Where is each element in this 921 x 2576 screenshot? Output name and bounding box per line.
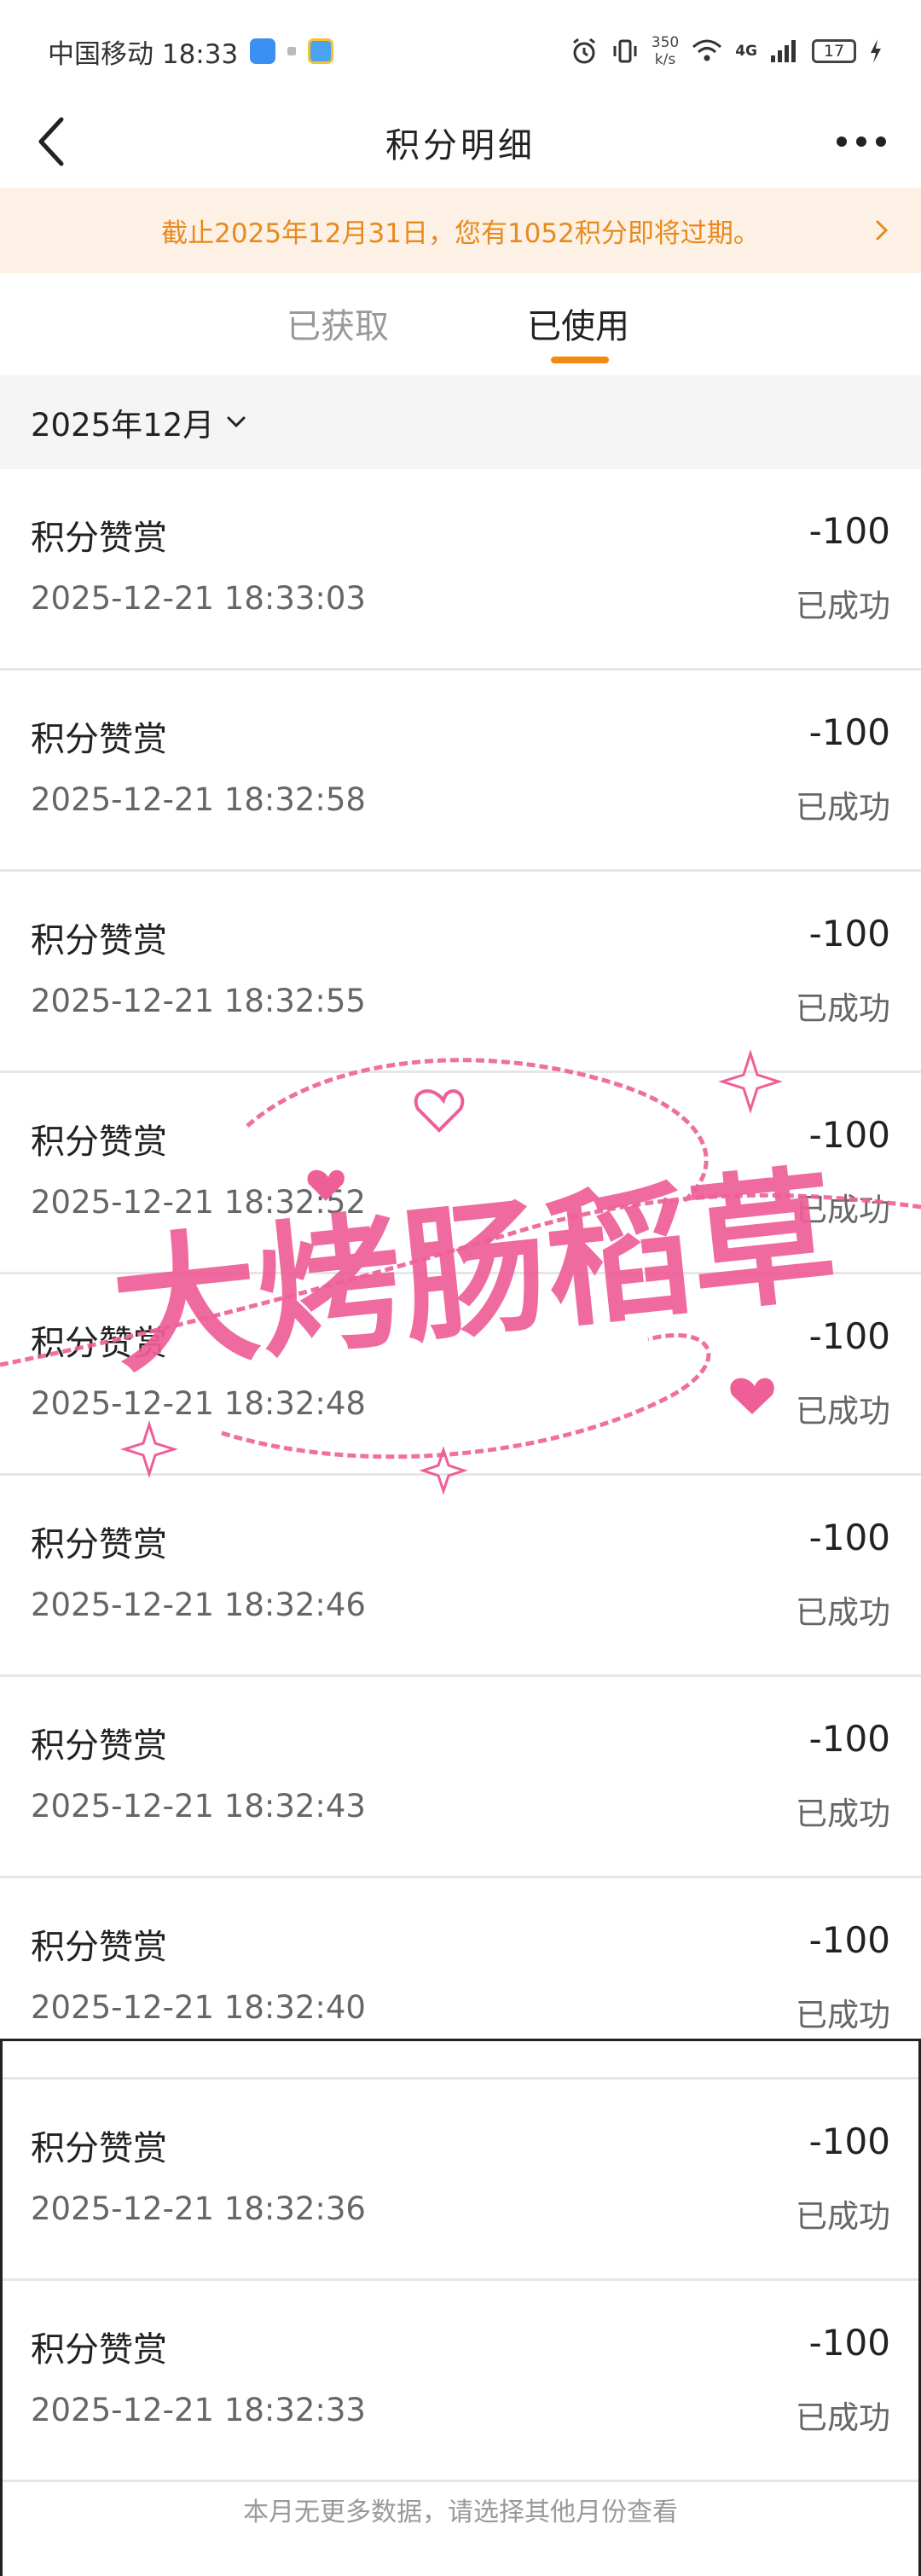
record-status: 已成功 <box>796 1997 890 2034</box>
record-title: 积分赞赏 <box>31 1324 167 1363</box>
record-amount: -100 <box>808 1315 890 1357</box>
list-item[interactable]: 积分赞赏 2025-12-21 18:32:48 -100 已成功 <box>0 1274 921 1476</box>
weather-app-icon <box>250 38 276 64</box>
record-amount: -100 <box>808 2121 890 2162</box>
expiry-banner-text: 截止2025年12月31日，您有1052积分即将过期。 <box>161 218 760 249</box>
status-bar-left: 中国移动 18:33 <box>48 32 334 71</box>
record-title: 积分赞赏 <box>31 1525 167 1564</box>
record-time: 2025-12-21 18:32:48 <box>31 1385 366 1422</box>
record-time: 2025-12-21 18:32:33 <box>31 2392 366 2428</box>
record-time: 2025-12-21 18:32:43 <box>31 1788 366 1825</box>
record-title: 积分赞赏 <box>31 1928 167 1967</box>
record-status: 已成功 <box>796 1393 890 1430</box>
tab-used[interactable]: 已使用 <box>527 299 629 348</box>
list-item[interactable]: 积分赞赏 2025-12-21 18:32:46 -100 已成功 <box>0 1476 921 1677</box>
charging-icon <box>871 39 881 63</box>
record-amount: -100 <box>808 510 890 552</box>
nav-bar: 积分明细 <box>0 94 921 188</box>
net-speed: 350 k/s <box>652 34 679 68</box>
record-amount: -100 <box>808 913 890 954</box>
browser-app-icon <box>308 38 334 64</box>
status-bar: 中国移动 18:33 350 k/s 4G 17 <box>0 0 921 102</box>
alarm-icon <box>572 38 595 64</box>
net-speed-value: 350 <box>651 34 680 51</box>
record-amount: -100 <box>808 711 890 753</box>
net-speed-unit: k/s <box>654 51 676 68</box>
record-time: 2025-12-21 18:32:58 <box>31 781 366 818</box>
more-dot-icon <box>876 136 886 147</box>
month-label: 2025年12月 <box>31 407 215 444</box>
record-title: 积分赞赏 <box>31 519 167 558</box>
list-item[interactable]: 积分赞赏 2025-12-21 18:32:33 -100 已成功 <box>0 2281 921 2482</box>
tab-earned[interactable]: 已获取 <box>287 299 389 348</box>
record-title: 积分赞赏 <box>31 2129 167 2168</box>
record-title: 积分赞赏 <box>31 2330 167 2370</box>
carrier-time: 中国移动 18:33 <box>48 38 239 70</box>
battery-level: 17 <box>823 42 845 61</box>
record-status: 已成功 <box>796 1796 890 1832</box>
list-item[interactable]: 积分赞赏 2025-12-21 18:33:03 -100 已成功 <box>0 469 921 670</box>
no-more-data-note: 本月无更多数据，请选择其他月份查看 <box>243 2498 678 2527</box>
list-item[interactable]: 积分赞赏 2025-12-21 18:32:55 -100 已成功 <box>0 872 921 1073</box>
list-item[interactable]: 积分赞赏 2025-12-21 18:32:58 -100 已成功 <box>0 670 921 872</box>
points-detail-page: 中国移动 18:33 350 k/s 4G 17 积分明细 截止2025年12月… <box>0 0 921 2576</box>
record-time: 2025-12-21 18:32:52 <box>31 1184 366 1221</box>
record-amount: -100 <box>808 2322 890 2364</box>
record-status: 已成功 <box>796 1192 890 1228</box>
page-title: 积分明细 <box>385 126 536 165</box>
record-title: 积分赞赏 <box>31 921 167 960</box>
more-dot-icon <box>856 136 866 147</box>
wifi-icon <box>692 39 722 61</box>
signal-icon <box>771 40 796 62</box>
month-selector[interactable]: 2025年12月 <box>0 375 921 469</box>
records-list: 积分赞赏 2025-12-21 18:33:03 -100 已成功 积分赞赏 2… <box>0 469 921 2482</box>
chevron-right-icon <box>876 220 889 241</box>
battery-icon: 17 <box>812 39 856 63</box>
record-time: 2025-12-21 18:32:55 <box>31 983 366 1019</box>
record-amount: -100 <box>808 1718 890 1760</box>
record-status: 已成功 <box>796 2399 890 2436</box>
network-type: 4G <box>735 43 757 60</box>
list-item[interactable]: 积分赞赏 2025-12-21 18:32:40 -100 已成功 <box>0 1878 921 2080</box>
notification-dot-icon <box>287 47 297 55</box>
record-title: 积分赞赏 <box>31 720 167 759</box>
vibrate-icon <box>613 39 637 63</box>
record-status: 已成功 <box>796 789 890 826</box>
record-title: 积分赞赏 <box>31 1123 167 1162</box>
record-time: 2025-12-21 18:32:46 <box>31 1587 366 1623</box>
record-title: 积分赞赏 <box>31 1726 167 1766</box>
record-status: 已成功 <box>796 1594 890 1631</box>
list-item[interactable]: 积分赞赏 2025-12-21 18:32:36 -100 已成功 <box>0 2080 921 2281</box>
more-dot-icon <box>837 136 847 147</box>
tab-bar: 已获取 已使用 <box>0 275 921 375</box>
record-amount: -100 <box>808 1114 890 1156</box>
list-item[interactable]: 积分赞赏 2025-12-21 18:32:43 -100 已成功 <box>0 1677 921 1878</box>
record-amount: -100 <box>808 1919 890 1961</box>
record-status: 已成功 <box>796 2198 890 2235</box>
more-button[interactable] <box>822 116 901 167</box>
chevron-down-icon <box>227 416 246 428</box>
active-tab-indicator <box>551 357 609 363</box>
record-time: 2025-12-21 18:32:36 <box>31 2190 366 2227</box>
record-status: 已成功 <box>796 588 890 624</box>
list-item[interactable]: 积分赞赏 2025-12-21 18:32:52 -100 已成功 <box>0 1073 921 1274</box>
status-bar-right: 350 k/s 4G 17 <box>570 34 883 68</box>
record-amount: -100 <box>808 1517 890 1558</box>
record-status: 已成功 <box>796 990 890 1027</box>
expiry-banner[interactable]: 截止2025年12月31日，您有1052积分即将过期。 <box>0 188 921 273</box>
record-time: 2025-12-21 18:33:03 <box>31 580 366 617</box>
record-time: 2025-12-21 18:32:40 <box>31 1989 366 2026</box>
